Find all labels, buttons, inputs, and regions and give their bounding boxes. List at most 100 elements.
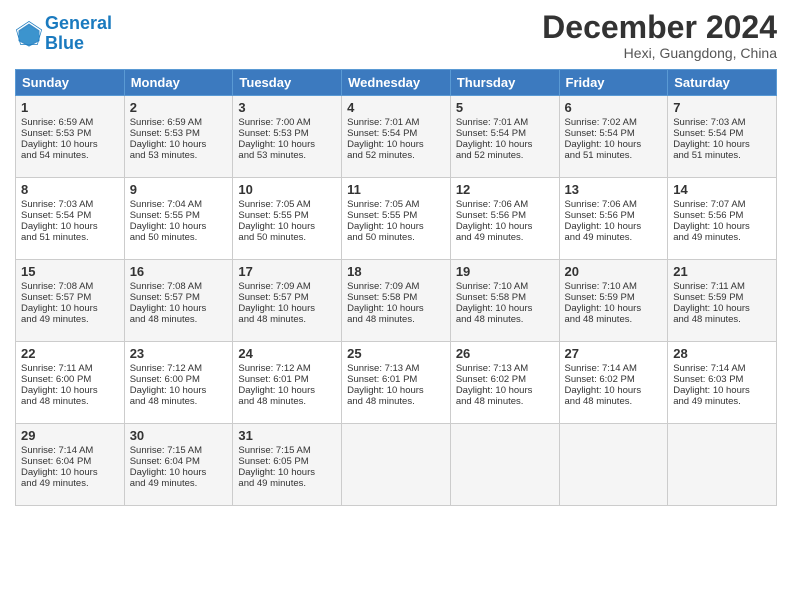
day-info: Sunrise: 7:11 AM <box>21 363 119 374</box>
day-info: Sunrise: 7:12 AM <box>130 363 228 374</box>
calendar-header-row: Sunday Monday Tuesday Wednesday Thursday… <box>16 70 777 96</box>
day-info: Sunset: 5:58 PM <box>347 292 445 303</box>
day-number: 8 <box>21 182 119 197</box>
day-number: 13 <box>565 182 663 197</box>
day-info: Sunset: 5:57 PM <box>21 292 119 303</box>
day-info: Sunrise: 7:02 AM <box>565 117 663 128</box>
day-info: and 49 minutes. <box>21 478 119 489</box>
day-info: and 49 minutes. <box>673 396 771 407</box>
day-number: 10 <box>238 182 336 197</box>
day-info: Daylight: 10 hours <box>347 221 445 232</box>
day-info: and 48 minutes. <box>21 396 119 407</box>
day-info: Daylight: 10 hours <box>130 385 228 396</box>
page-container: General Blue December 2024 Hexi, Guangdo… <box>0 0 792 516</box>
day-number: 27 <box>565 346 663 361</box>
table-row: 24Sunrise: 7:12 AMSunset: 6:01 PMDayligh… <box>233 342 342 424</box>
col-monday: Monday <box>124 70 233 96</box>
day-info: Sunrise: 7:15 AM <box>238 445 336 456</box>
day-info: Daylight: 10 hours <box>456 221 554 232</box>
col-thursday: Thursday <box>450 70 559 96</box>
day-info: Sunrise: 7:05 AM <box>347 199 445 210</box>
day-info: and 48 minutes. <box>347 314 445 325</box>
day-info: Daylight: 10 hours <box>238 221 336 232</box>
day-info: Sunrise: 7:06 AM <box>565 199 663 210</box>
table-row: 5Sunrise: 7:01 AMSunset: 5:54 PMDaylight… <box>450 96 559 178</box>
day-number: 21 <box>673 264 771 279</box>
day-number: 19 <box>456 264 554 279</box>
day-info: and 54 minutes. <box>21 150 119 161</box>
day-info: Sunrise: 7:10 AM <box>565 281 663 292</box>
day-info: Sunset: 5:55 PM <box>347 210 445 221</box>
calendar-body: 1 Sunrise: 6:59 AM Sunset: 5:53 PM Daylight… <box>16 96 777 506</box>
day-info: Sunset: 5:58 PM <box>456 292 554 303</box>
day-info: Sunset: 6:01 PM <box>238 374 336 385</box>
day-info: and 48 minutes. <box>456 396 554 407</box>
day-number: 31 <box>238 428 336 443</box>
day-info: Sunrise: 7:13 AM <box>456 363 554 374</box>
table-row: 20Sunrise: 7:10 AMSunset: 5:59 PMDayligh… <box>559 260 668 342</box>
day-info: Sunrise: 7:03 AM <box>21 199 119 210</box>
day-info: Sunrise: 7:08 AM <box>21 281 119 292</box>
day-info: Sunset: 5:54 PM <box>21 210 119 221</box>
day-info: Sunrise: 7:09 AM <box>238 281 336 292</box>
day-number: 24 <box>238 346 336 361</box>
calendar-row: 22Sunrise: 7:11 AMSunset: 6:00 PMDayligh… <box>16 342 777 424</box>
day-number: 23 <box>130 346 228 361</box>
month-title: December 2024 <box>542 10 777 45</box>
day-info: Sunrise: 7:09 AM <box>347 281 445 292</box>
day-info: Daylight: 10 hours <box>238 139 336 150</box>
col-friday: Friday <box>559 70 668 96</box>
day-info: and 49 minutes. <box>21 314 119 325</box>
day-info: Daylight: 10 hours <box>673 139 771 150</box>
table-row: 16Sunrise: 7:08 AMSunset: 5:57 PMDayligh… <box>124 260 233 342</box>
day-info: and 50 minutes. <box>238 232 336 243</box>
location: Hexi, Guangdong, China <box>542 45 777 61</box>
day-info: Daylight: 10 hours <box>130 303 228 314</box>
table-row: 26Sunrise: 7:13 AMSunset: 6:02 PMDayligh… <box>450 342 559 424</box>
col-sunday: Sunday <box>16 70 125 96</box>
day-info: Sunrise: 6:59 AM <box>130 117 228 128</box>
day-info: Sunset: 5:56 PM <box>565 210 663 221</box>
day-info: Daylight: 10 hours <box>347 303 445 314</box>
day-number: 18 <box>347 264 445 279</box>
day-info: Daylight: 10 hours <box>565 385 663 396</box>
day-info: Sunset: 5:54 PM <box>565 128 663 139</box>
logo-text: General Blue <box>45 14 112 54</box>
day-info: Sunrise: 7:04 AM <box>130 199 228 210</box>
day-info: Sunset: 5:54 PM <box>347 128 445 139</box>
day-number: 1 <box>21 100 119 115</box>
day-info: Sunset: 5:54 PM <box>673 128 771 139</box>
day-info: Sunset: 5:53 PM <box>21 128 119 139</box>
day-info: Daylight: 10 hours <box>21 221 119 232</box>
day-info: Sunset: 6:01 PM <box>347 374 445 385</box>
calendar-row: 8Sunrise: 7:03 AMSunset: 5:54 PMDaylight… <box>16 178 777 260</box>
day-info: Daylight: 10 hours <box>130 467 228 478</box>
day-info: Sunset: 6:00 PM <box>130 374 228 385</box>
table-row: 12Sunrise: 7:06 AMSunset: 5:56 PMDayligh… <box>450 178 559 260</box>
day-info: Sunset: 6:05 PM <box>238 456 336 467</box>
day-info: Daylight: 10 hours <box>347 385 445 396</box>
table-row: 31 Sunrise: 7:15 AMSunset: 6:05 PMDayligh… <box>233 424 342 506</box>
day-info: and 48 minutes. <box>565 314 663 325</box>
day-info: Daylight: 10 hours <box>238 467 336 478</box>
day-info: Daylight: 10 hours <box>565 303 663 314</box>
day-info: Daylight: 10 hours <box>21 467 119 478</box>
day-info: Sunset: 5:54 PM <box>456 128 554 139</box>
day-number: 14 <box>673 182 771 197</box>
day-number: 7 <box>673 100 771 115</box>
table-row: 4Sunrise: 7:01 AMSunset: 5:54 PMDaylight… <box>342 96 451 178</box>
day-info: and 49 minutes. <box>130 478 228 489</box>
day-info: Daylight: 10 hours <box>565 221 663 232</box>
day-info: Sunrise: 7:05 AM <box>238 199 336 210</box>
day-number: 9 <box>130 182 228 197</box>
day-number: 11 <box>347 182 445 197</box>
day-info: Daylight: 10 hours <box>238 385 336 396</box>
day-info: and 48 minutes. <box>130 396 228 407</box>
header: General Blue December 2024 Hexi, Guangdo… <box>15 10 777 61</box>
day-info: Daylight: 10 hours <box>673 221 771 232</box>
table-row: 14Sunrise: 7:07 AMSunset: 5:56 PMDayligh… <box>668 178 777 260</box>
day-info: Daylight: 10 hours <box>673 385 771 396</box>
day-number: 20 <box>565 264 663 279</box>
day-info: and 51 minutes. <box>673 150 771 161</box>
day-info: Sunset: 5:57 PM <box>238 292 336 303</box>
